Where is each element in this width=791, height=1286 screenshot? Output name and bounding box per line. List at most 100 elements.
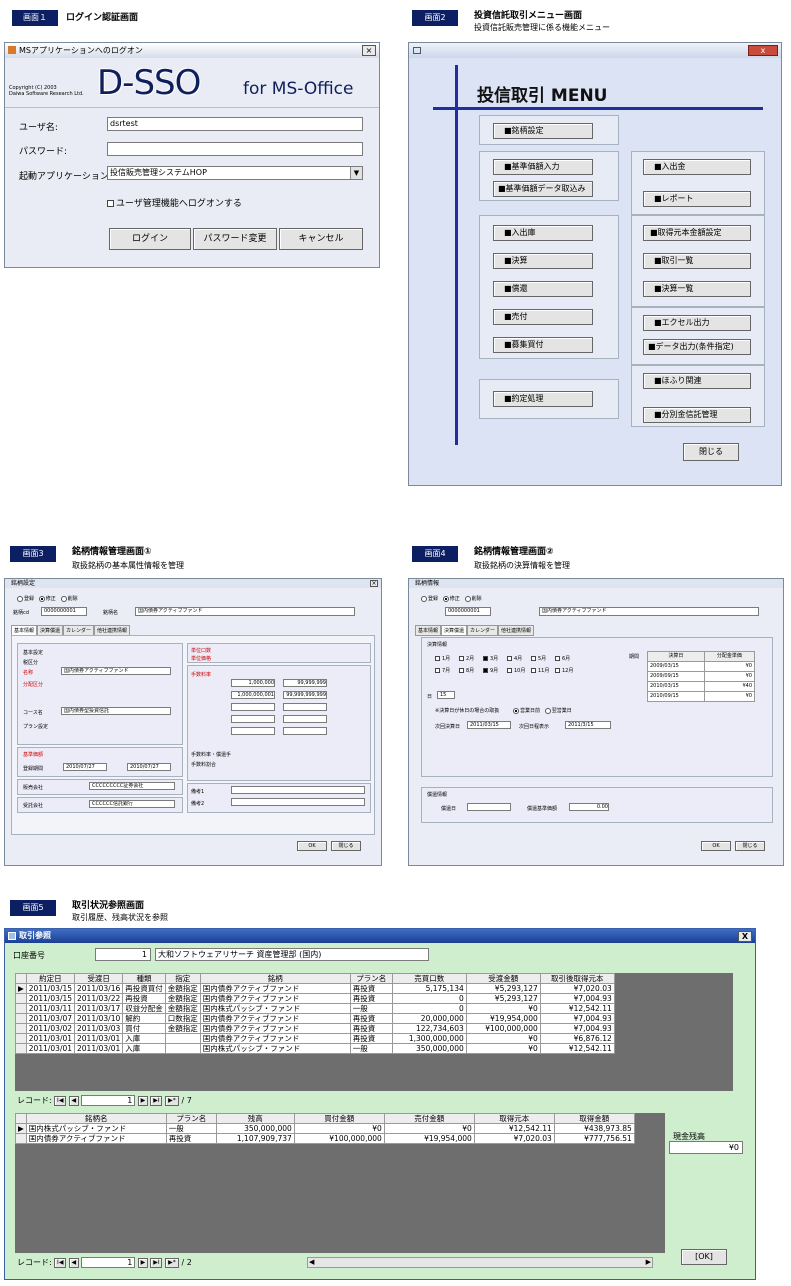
- ok-button[interactable]: OK: [701, 841, 731, 851]
- menu-contract-button[interactable]: ■約定処理: [493, 391, 593, 407]
- fee-from-4[interactable]: [231, 715, 275, 723]
- redeem-price-input[interactable]: 0.00: [569, 803, 609, 811]
- close-icon[interactable]: x: [748, 45, 778, 56]
- table-row[interactable]: 2011/03/11 2011/03/17 収益分配金 金額指定 国内株式パッシブ・ファ…: [15, 1003, 615, 1014]
- menu-hofuri-button[interactable]: ■ほふり関連: [643, 373, 751, 389]
- column-header[interactable]: 売付金額: [383, 1113, 475, 1124]
- fee-to-3[interactable]: [283, 703, 327, 711]
- menu-nav-input-button[interactable]: ■基準価額入力: [493, 159, 593, 175]
- table-row[interactable]: 2011/03/01 2011/03/01 入庫 国内債券アクティブファンド 再投資 1,…: [15, 1033, 615, 1044]
- column-header[interactable]: 受渡金額: [465, 973, 541, 984]
- next-record-icon[interactable]: ▶: [137, 1095, 148, 1106]
- menu-report-button[interactable]: ■レポート: [643, 191, 751, 207]
- column-header[interactable]: 取引後取得元本: [539, 973, 615, 984]
- row-selector[interactable]: ▶: [15, 1123, 27, 1134]
- sales-company-input[interactable]: CCCCCCCCC証券会社: [89, 782, 175, 790]
- table-row[interactable]: 2009/03/15 ¥0: [647, 661, 756, 672]
- course-input[interactable]: 国内債券型投資信託: [61, 707, 171, 715]
- name-input[interactable]: 国内債券アクティブファンド: [539, 607, 759, 616]
- table-row[interactable]: 2010/03/15 ¥40: [647, 681, 756, 692]
- column-header[interactable]: プラン名: [349, 973, 393, 984]
- month-checkbox[interactable]: 5月: [531, 653, 555, 665]
- column-header[interactable]: 取得金額: [553, 1113, 635, 1124]
- menu-redemption-button[interactable]: ■償還: [493, 281, 593, 297]
- menu-principal-button[interactable]: ■取得元本金額設定: [643, 225, 751, 241]
- holiday-radios[interactable]: 営業日前 翌営業日: [513, 707, 572, 714]
- upper-record-input[interactable]: 1: [81, 1095, 136, 1106]
- fee-to-4[interactable]: [283, 715, 327, 723]
- tab-partner[interactable]: 他社連携情報: [498, 625, 535, 636]
- row-selector[interactable]: [15, 1013, 27, 1024]
- mode-radios[interactable]: 登録 修正 削除: [421, 595, 482, 602]
- close-icon[interactable]: X: [738, 931, 752, 942]
- fee-to-5[interactable]: [283, 727, 327, 735]
- last-record-icon[interactable]: ▶I: [150, 1095, 163, 1106]
- fee-from-2[interactable]: 1,000,000,001: [231, 691, 275, 699]
- table-row[interactable]: 2010/09/15 ¥0: [647, 691, 756, 702]
- first-record-icon[interactable]: I◀: [54, 1257, 67, 1268]
- menu-brand-settings-button[interactable]: ■銘柄設定: [493, 123, 593, 139]
- column-header[interactable]: 受渡日: [74, 973, 124, 984]
- tab-calendar[interactable]: カレンダー: [467, 625, 499, 636]
- ok-button[interactable]: [OK]: [681, 1249, 727, 1265]
- row-selector[interactable]: [15, 1033, 27, 1044]
- fee-from-5[interactable]: [231, 727, 275, 735]
- column-header[interactable]: 銘柄: [199, 973, 351, 984]
- month-checkbox[interactable]: 12月: [555, 665, 579, 677]
- menu-sell-button[interactable]: ■売付: [493, 309, 593, 325]
- month-checkbox[interactable]: 3月: [483, 653, 507, 665]
- new-record-icon[interactable]: ▶*: [164, 1095, 179, 1106]
- row-selector[interactable]: [15, 1023, 27, 1034]
- scroll-right-icon[interactable]: ▶: [646, 1258, 651, 1266]
- fee-to-1[interactable]: 99,999,999: [283, 679, 327, 687]
- fee-from-1[interactable]: 1,000,000: [231, 679, 275, 687]
- month-checkbox[interactable]: 11月: [531, 665, 555, 677]
- menu-cash-button[interactable]: ■入出金: [643, 159, 751, 175]
- password-input[interactable]: [107, 142, 363, 156]
- menu-data-output-button[interactable]: ■データ出力(条件指定): [643, 339, 751, 355]
- month-checkbox[interactable]: 1月: [435, 653, 459, 665]
- menu-close-button[interactable]: 閉じる: [683, 443, 739, 461]
- logon-checkbox[interactable]: ユーザ管理機能へログオンする: [107, 196, 242, 209]
- username-input[interactable]: dsrtest: [107, 117, 363, 131]
- close-button[interactable]: 閉じる: [735, 841, 765, 851]
- menu-nav-import-button[interactable]: ■基準価額データ取込み: [493, 181, 593, 197]
- memo2-input[interactable]: [231, 798, 365, 806]
- column-header[interactable]: 指定: [164, 973, 201, 984]
- tab-basic[interactable]: 基本情報: [415, 625, 442, 636]
- table-row[interactable]: 2011/03/15 2011/03/22 再投資 金額指定 国内債券アクティブファンド…: [15, 993, 615, 1004]
- row-selector[interactable]: [15, 1133, 27, 1144]
- display-input[interactable]: 2011/3/15: [565, 721, 611, 729]
- row-selector[interactable]: [15, 1043, 27, 1054]
- fund-name-input[interactable]: 国内債券アクティブファンド: [61, 667, 171, 675]
- memo1-input[interactable]: [231, 786, 365, 794]
- month-checkbox[interactable]: 8月: [459, 665, 483, 677]
- menu-trade-list-button[interactable]: ■取引一覧: [643, 253, 751, 269]
- month-checkboxes[interactable]: 1月 2月 3月 4月 5月 6月 7月 8月 9月 10月 11月 12月: [435, 653, 585, 677]
- first-record-icon[interactable]: I◀: [54, 1095, 67, 1106]
- next-date-input[interactable]: 2011/03/15: [467, 721, 511, 729]
- last-record-icon[interactable]: ▶I: [150, 1257, 163, 1268]
- table-row[interactable]: 2011/03/02 2011/03/03 買付 金額指定 国内債券アクティブファンド再…: [15, 1023, 615, 1034]
- column-header[interactable]: 売買口数: [391, 973, 467, 984]
- menu-settlement-button[interactable]: ■決算: [493, 253, 593, 269]
- change-password-button[interactable]: パスワード変更: [193, 228, 277, 250]
- month-checkbox[interactable]: 10月: [507, 665, 531, 677]
- table-row[interactable]: 国内債券アクティブファンド 再投資 1,107,909,737 ¥100,000,00…: [15, 1133, 635, 1144]
- month-checkbox[interactable]: 7月: [435, 665, 459, 677]
- login-button[interactable]: ログイン: [109, 228, 191, 250]
- mode-radios[interactable]: 登録 修正 削除: [17, 595, 78, 602]
- table-row[interactable]: 2011/03/01 2011/03/01 入庫 国内株式パッシブ・ファンド 一般 350…: [15, 1043, 615, 1054]
- horizontal-scrollbar[interactable]: ◀ ▶: [307, 1257, 653, 1268]
- row-selector[interactable]: ▶: [15, 983, 27, 994]
- cancel-button[interactable]: キャンセル: [279, 228, 363, 250]
- lower-record-input[interactable]: 1: [81, 1257, 136, 1268]
- trustee-input[interactable]: CCCCCC信託銀行: [89, 800, 175, 808]
- fee-from-3[interactable]: [231, 703, 275, 711]
- menu-excel-button[interactable]: ■エクセル出力: [643, 315, 751, 331]
- next-record-icon[interactable]: ▶: [137, 1257, 148, 1268]
- checkbox-icon[interactable]: [107, 200, 114, 207]
- chevron-down-icon[interactable]: ▼: [350, 167, 362, 179]
- month-checkbox[interactable]: 9月: [483, 665, 507, 677]
- column-header[interactable]: 残高: [215, 1113, 295, 1124]
